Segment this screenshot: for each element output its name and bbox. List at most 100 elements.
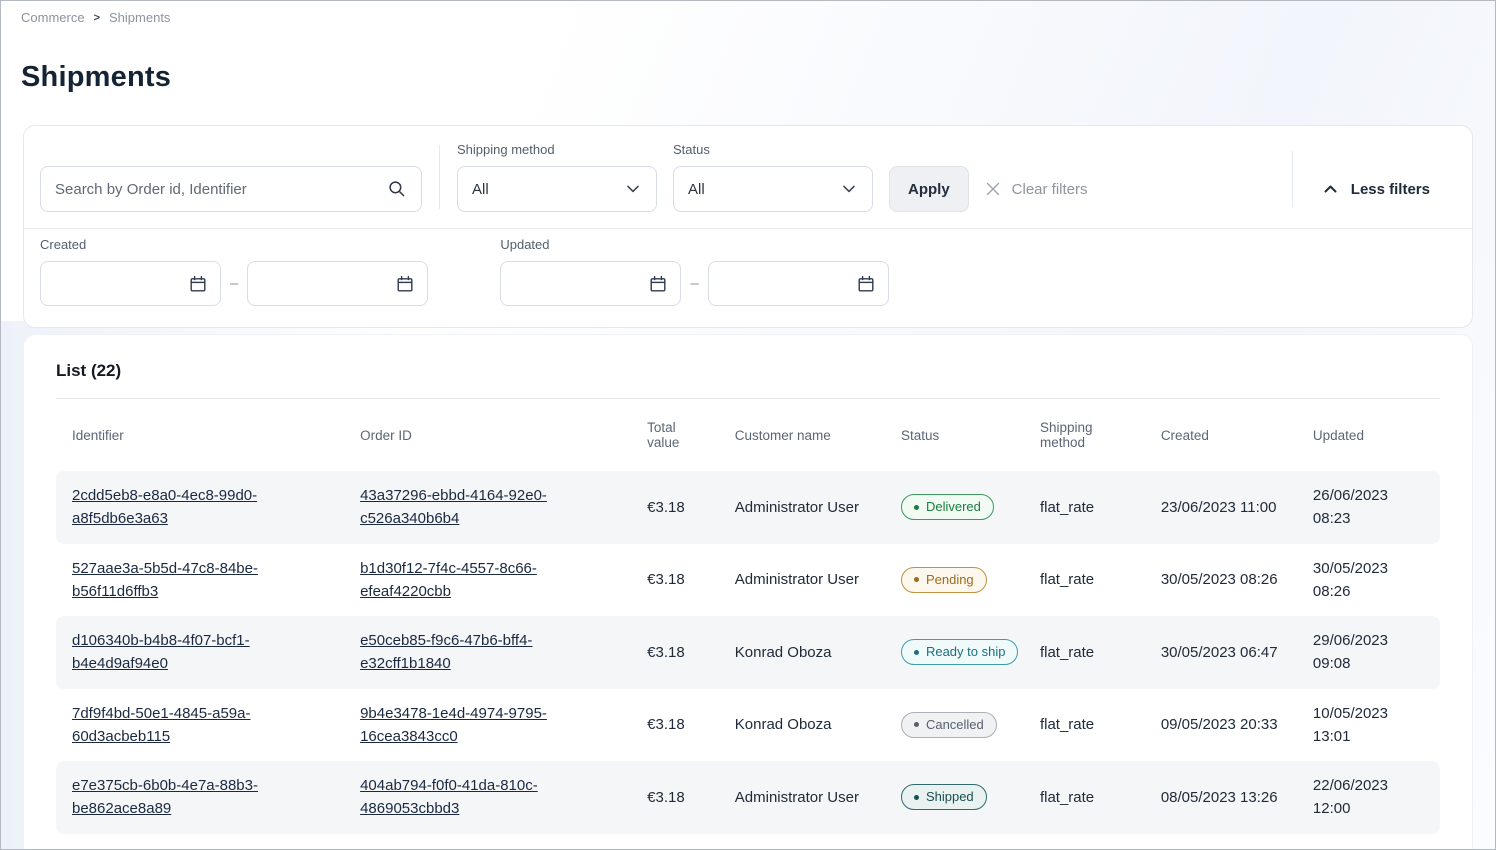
shipments-table: Identifier Order ID Total value Customer… xyxy=(56,399,1440,834)
updated-to-input[interactable] xyxy=(723,276,856,292)
table-header-row: Identifier Order ID Total value Customer… xyxy=(56,399,1440,471)
calendar-icon[interactable] xyxy=(648,274,668,294)
shipments-table-body: 2cdd5eb8-e8a0-4ec8-99d0-a8f5db6e3a63 43a3… xyxy=(56,471,1440,834)
created-to-input[interactable] xyxy=(262,276,395,292)
updated-text: 26/06/2023 08:23 xyxy=(1313,484,1424,531)
status-dot-icon xyxy=(914,505,919,510)
created-filter-label: Created xyxy=(40,237,428,252)
calendar-icon[interactable] xyxy=(395,274,415,294)
total-value-text: €3.18 xyxy=(647,496,685,519)
status-filter: Status All xyxy=(673,142,873,212)
updated-filter-label: Updated xyxy=(500,237,888,252)
created-date-filter: Created xyxy=(40,237,428,306)
status-badge: Ready to ship xyxy=(901,639,1019,665)
close-icon xyxy=(983,179,1003,199)
column-header-total-value: Total value xyxy=(647,420,679,450)
updated-text: 10/05/2023 13:01 xyxy=(1313,702,1424,749)
shipping-method-text: flat_rate xyxy=(1040,496,1094,519)
order-id-link[interactable]: 9b4e3478-1e4d-4974-9795-16cea3843cc0 xyxy=(360,705,547,745)
page-title: Shipments xyxy=(21,61,1475,94)
breadcrumb-shipments[interactable]: Shipments xyxy=(109,10,170,25)
status-select[interactable]: All xyxy=(673,166,873,212)
order-id-link[interactable]: 404ab794-f0f0-41da-810c-4869053cbbd3 xyxy=(360,777,538,817)
column-header-shipping-method: Shipping method xyxy=(1040,420,1093,450)
shipments-page: Commerce > Shipments Shipments xyxy=(0,0,1496,850)
status-dot-icon xyxy=(914,795,919,800)
created-to-wrapper xyxy=(247,261,428,306)
order-id-link[interactable]: e50ceb85-f9c6-47b6-bff4-e32cff1b1840 xyxy=(360,632,532,672)
table-row: 2cdd5eb8-e8a0-4ec8-99d0-a8f5db6e3a63 43a3… xyxy=(56,471,1440,544)
table-row: 7df9f4bd-50e1-4845-a59a-60d3acbeb115 9b4e… xyxy=(56,689,1440,762)
created-text: 23/06/2023 11:00 xyxy=(1161,496,1277,519)
status-dot-icon xyxy=(914,650,919,655)
search-icon[interactable] xyxy=(387,179,407,199)
updated-from-wrapper xyxy=(500,261,681,306)
total-value-text: €3.18 xyxy=(647,641,685,664)
status-badge-label: Ready to ship xyxy=(926,644,1006,660)
filters-row-dates: Created xyxy=(24,229,1472,327)
shipping-method-filter: Shipping method All xyxy=(457,142,657,212)
updated-from-input[interactable] xyxy=(515,276,648,292)
table-row: d106340b-b4b8-4f07-bcf1-b4e4d9af94e0 e50c… xyxy=(56,616,1440,689)
identifier-link[interactable]: 527aae3a-5b5d-47c8-84be-b56f11d6ffb3 xyxy=(72,560,258,600)
filters-row-primary: Shipping method All Status All xyxy=(24,126,1472,228)
customer-name-text: Administrator User xyxy=(735,786,859,809)
breadcrumb: Commerce > Shipments xyxy=(1,1,1495,25)
shipments-list-panel: List (22) Identifier Order ID Total valu… xyxy=(23,334,1473,850)
updated-date-filter: Updated xyxy=(500,237,888,306)
created-from-input[interactable] xyxy=(55,276,188,292)
shipping-method-value: All xyxy=(472,181,489,198)
shipping-method-text: flat_rate xyxy=(1040,786,1094,809)
search-input[interactable] xyxy=(55,181,387,198)
calendar-icon[interactable] xyxy=(188,274,208,294)
created-text: 30/05/2023 08:26 xyxy=(1161,568,1278,591)
shipping-method-select[interactable]: All xyxy=(457,166,657,212)
status-badge: Pending xyxy=(901,567,987,593)
column-header-identifier: Identifier xyxy=(72,428,124,443)
column-header-order-id: Order ID xyxy=(360,428,412,443)
shipping-method-text: flat_rate xyxy=(1040,568,1094,591)
breadcrumb-commerce[interactable]: Commerce xyxy=(21,10,85,25)
date-range-separator: – xyxy=(230,275,238,292)
status-badge: Shipped xyxy=(901,784,987,810)
date-range-separator: – xyxy=(690,275,698,292)
column-header-created: Created xyxy=(1161,428,1209,443)
updated-text: 29/06/2023 09:08 xyxy=(1313,629,1424,676)
breadcrumb-separator-icon: > xyxy=(94,12,100,24)
created-from-wrapper xyxy=(40,261,221,306)
identifier-link[interactable]: e7e375cb-6b0b-4e7a-88b3-be862ace8a89 xyxy=(72,777,258,817)
updated-text: 22/06/2023 12:00 xyxy=(1313,774,1424,821)
order-id-link[interactable]: 43a37296-ebbd-4164-92e0-c526a340b6b4 xyxy=(360,487,547,527)
created-text: 09/05/2023 20:33 xyxy=(1161,713,1278,736)
status-badge-label: Shipped xyxy=(926,789,974,805)
order-id-link[interactable]: b1d30f12-7f4c-4557-8c66-efeaf4220cbb xyxy=(360,560,537,600)
shipping-method-text: flat_rate xyxy=(1040,713,1094,736)
calendar-icon[interactable] xyxy=(856,274,876,294)
filter-divider-vertical xyxy=(439,145,440,209)
table-row: e7e375cb-6b0b-4e7a-88b3-be862ace8a89 404a… xyxy=(56,761,1440,834)
apply-button[interactable]: Apply xyxy=(889,166,969,212)
chevron-up-icon xyxy=(1321,180,1340,199)
status-dot-icon xyxy=(914,577,919,582)
less-filters-toggle[interactable]: Less filters xyxy=(1293,166,1430,212)
created-text: 30/05/2023 06:47 xyxy=(1161,641,1278,664)
identifier-link[interactable]: 2cdd5eb8-e8a0-4ec8-99d0-a8f5db6e3a63 xyxy=(72,487,257,527)
identifier-link[interactable]: d106340b-b4b8-4f07-bcf1-b4e4d9af94e0 xyxy=(72,632,250,672)
status-badge-label: Pending xyxy=(926,572,974,588)
updated-to-wrapper xyxy=(708,261,889,306)
list-title: List (22) xyxy=(56,361,1440,381)
chevron-down-icon xyxy=(624,180,642,198)
status-badge: Delivered xyxy=(901,494,994,520)
created-text: 08/05/2023 13:26 xyxy=(1161,786,1278,809)
search-input-wrapper xyxy=(40,166,422,212)
updated-text: 30/05/2023 08:26 xyxy=(1313,557,1424,604)
clear-filters-button[interactable]: Clear filters xyxy=(983,166,1088,212)
shipping-method-text: flat_rate xyxy=(1040,641,1094,664)
column-header-updated: Updated xyxy=(1313,428,1364,443)
filters-panel: Shipping method All Status All xyxy=(23,125,1473,328)
table-row: 527aae3a-5b5d-47c8-84be-b56f11d6ffb3 b1d3… xyxy=(56,544,1440,617)
total-value-text: €3.18 xyxy=(647,713,685,736)
identifier-link[interactable]: 7df9f4bd-50e1-4845-a59a-60d3acbeb115 xyxy=(72,705,250,745)
total-value-text: €3.18 xyxy=(647,568,685,591)
customer-name-text: Administrator User xyxy=(735,496,859,519)
